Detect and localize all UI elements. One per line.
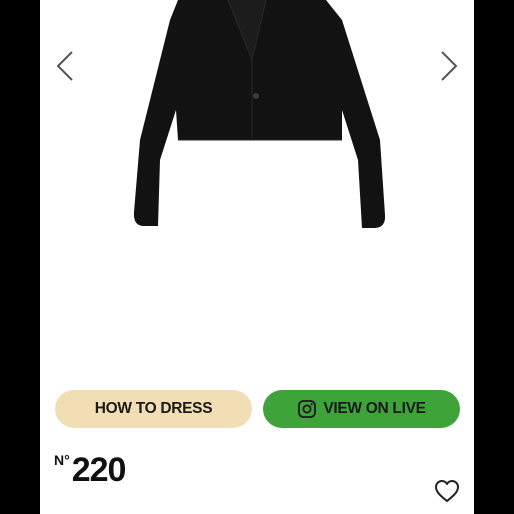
- carousel-prev-button[interactable]: [48, 46, 84, 86]
- product-number: N° 220: [54, 448, 127, 492]
- wishlist-button[interactable]: [433, 478, 461, 504]
- instagram-icon: [297, 399, 317, 419]
- carousel-next-button[interactable]: [430, 46, 466, 86]
- heart-icon: [435, 480, 459, 502]
- product-screen: HOW TO DRESS VIEW ON LIVE N° 220: [40, 0, 474, 514]
- view-on-live-label: VIEW ON LIVE: [323, 400, 426, 417]
- product-image[interactable]: [80, 0, 420, 250]
- jacket-illustration: [133, 0, 386, 228]
- chevron-right-icon: [441, 51, 458, 81]
- product-number-value: 220: [71, 451, 127, 489]
- chevron-left-icon: [56, 51, 73, 81]
- how-to-dress-label: HOW TO DRESS: [94, 400, 213, 417]
- product-number-label: N°: [54, 452, 70, 468]
- view-on-live-button[interactable]: VIEW ON LIVE: [263, 390, 460, 428]
- how-to-dress-button[interactable]: HOW TO DRESS: [55, 390, 252, 428]
